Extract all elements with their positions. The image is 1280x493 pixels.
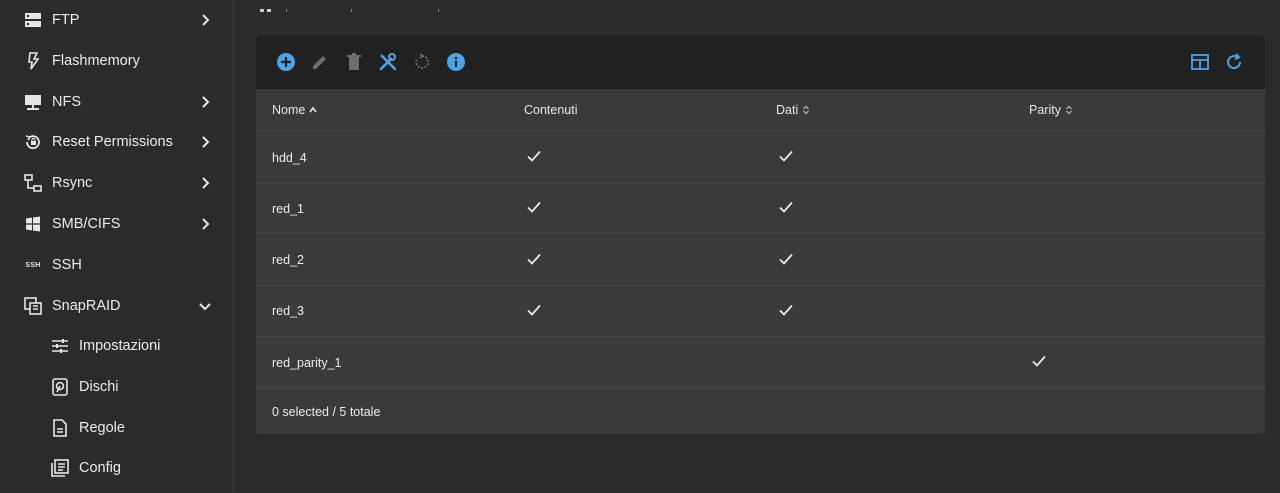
sidebar-item-label: NFS — [52, 94, 81, 110]
sidebar-item-label: SMB/CIFS — [52, 216, 121, 232]
flash-icon — [24, 52, 42, 70]
table-columns-icon[interactable] — [1190, 52, 1210, 72]
cell-name: red_3 — [272, 304, 304, 319]
check-icon — [778, 199, 794, 218]
column-header-parity[interactable]: Parity — [1029, 89, 1073, 131]
column-header-nome[interactable]: Nome — [272, 89, 317, 131]
cell-content — [526, 235, 542, 286]
sort-unsorted-icon — [1066, 105, 1072, 115]
sidebar-subitem-dischi[interactable]: Dischi — [0, 367, 234, 407]
sidebar-subitem-config[interactable]: Config — [0, 448, 234, 488]
table-toolbar — [256, 35, 1265, 89]
sidebar-item-flashmemory[interactable]: Flashmemory — [0, 41, 234, 81]
cell-content — [526, 286, 542, 337]
table-row[interactable]: red_2 — [256, 235, 1265, 286]
cell-content — [526, 132, 542, 183]
sidebar-item-ssh[interactable]: SSH SSH — [0, 245, 234, 285]
sidebar-item-label: FTP — [52, 12, 80, 28]
snapraid-drives-table-card: Nome Contenuti Dati Parity hdd_4 red_1red… — [256, 35, 1265, 434]
sliders-icon — [51, 337, 69, 355]
column-header-label: Parity — [1029, 103, 1061, 117]
config-list-icon — [51, 459, 69, 477]
sidebar-item-label: Reset Permissions — [52, 134, 173, 150]
table-footer: 0 selected / 5 totale — [272, 405, 381, 419]
add-circle-icon[interactable] — [276, 52, 296, 72]
sort-ascending-icon — [309, 106, 317, 113]
cell-parity — [1031, 337, 1047, 388]
cell-data — [778, 286, 794, 337]
rsync-icon — [24, 174, 42, 192]
cell-name: red_parity_1 — [272, 355, 342, 370]
reset-lock-icon — [24, 133, 42, 151]
chevron-right-icon — [198, 176, 212, 190]
sort-unsorted-icon — [803, 105, 810, 115]
check-icon — [1031, 353, 1047, 372]
sidebar-item-label: SSH — [52, 257, 82, 273]
ssh-icon-text: SSH — [25, 261, 41, 269]
sidebar-item-nfs[interactable]: NFS — [0, 82, 234, 122]
column-header-label: Dati — [776, 103, 799, 117]
cell-name: red_1 — [272, 201, 304, 216]
sidebar-item-smb-cifs[interactable]: SMB/CIFS — [0, 204, 234, 244]
chevron-right-icon — [198, 95, 212, 109]
sidebar-item-label: Regole — [79, 420, 125, 436]
cell-data — [778, 183, 794, 234]
sidebar-item-ftp[interactable]: FTP — [0, 0, 234, 40]
monitor-network-icon — [24, 93, 42, 111]
table-row[interactable]: hdd_4 — [256, 132, 1265, 183]
cell-content — [526, 183, 542, 234]
column-header-contenuti[interactable]: Contenuti — [524, 89, 578, 131]
check-icon — [778, 148, 794, 167]
check-icon — [526, 199, 542, 218]
cell-data — [778, 235, 794, 286]
chevron-right-icon — [198, 135, 212, 149]
sidebar-item-reset-permissions[interactable]: Reset Permissions — [0, 122, 234, 162]
sidebar-item-snapraid[interactable]: SnapRAID — [0, 286, 234, 326]
check-icon — [526, 251, 542, 270]
disk-icon — [51, 378, 69, 396]
trash-icon[interactable] — [344, 52, 364, 72]
sidebar-item-rsync[interactable]: Rsync — [0, 163, 234, 203]
sidebar-subitem-impostazioni[interactable]: Impostazioni — [0, 326, 234, 366]
sidebar-item-label: Dischi — [79, 379, 119, 395]
server-icon — [24, 11, 42, 29]
chevron-right-icon — [198, 13, 212, 27]
table-row[interactable]: red_3 — [256, 286, 1265, 337]
check-icon — [526, 302, 542, 321]
pencil-icon[interactable] — [310, 52, 330, 72]
column-header-label: Contenuti — [524, 103, 578, 117]
restore-icon[interactable] — [412, 52, 432, 72]
check-icon — [526, 148, 542, 167]
check-icon — [778, 302, 794, 321]
info-icon[interactable] — [446, 52, 466, 72]
tools-icon[interactable] — [378, 52, 398, 72]
chevron-down-icon — [198, 299, 212, 313]
table-row[interactable]: red_1 — [256, 183, 1265, 235]
sidebar-item-label: SnapRAID — [52, 298, 121, 314]
cell-name: red_2 — [272, 253, 304, 268]
sidebar-item-label: Impostazioni — [79, 338, 161, 354]
sidebar-item-label: Config — [79, 460, 121, 476]
sidebar-item-label: Flashmemory — [52, 53, 140, 69]
check-icon — [778, 251, 794, 270]
table-row[interactable]: red_parity_1 — [256, 337, 1265, 389]
sidebar-item-label: Rsync — [52, 175, 93, 191]
column-header-dati[interactable]: Dati — [776, 89, 810, 131]
ssh-icon: SSH — [24, 256, 42, 274]
snapraid-icon — [24, 297, 42, 315]
cell-data — [778, 132, 794, 183]
refresh-icon[interactable] — [1224, 52, 1244, 72]
windows-icon — [24, 215, 42, 233]
sidebar: FTP Flashmemory NFS Reset Permissions Rs… — [0, 0, 234, 493]
cell-name: hdd_4 — [272, 150, 307, 165]
column-header-label: Nome — [272, 103, 306, 117]
table-header: Nome Contenuti Dati Parity — [256, 89, 1265, 131]
breadcrumb — [258, 0, 448, 12]
file-document-icon — [51, 419, 69, 437]
sidebar-subitem-regole[interactable]: Regole — [0, 408, 234, 448]
chevron-right-icon — [198, 217, 212, 231]
